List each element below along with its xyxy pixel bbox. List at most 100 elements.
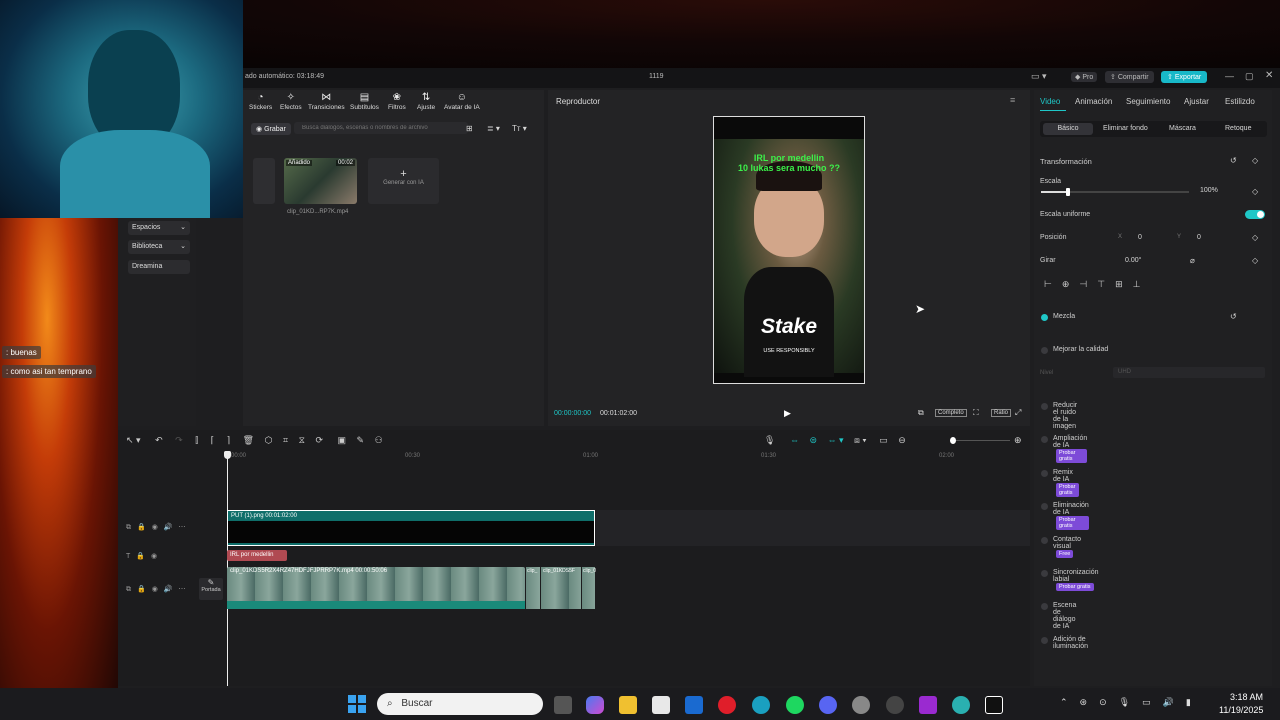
volume-icon[interactable]: 🔊: [1163, 697, 1186, 707]
feature-checkbox[interactable]: [1041, 570, 1048, 577]
microphone-icon[interactable]: 🎙: [764, 435, 775, 445]
align-buttons[interactable]: ⊢⊕⊣⊤⊞⊥: [1044, 279, 1150, 290]
person-icon[interactable]: ⚇: [375, 435, 383, 445]
discord-icon[interactable]: [819, 696, 837, 714]
chevron-up-icon[interactable]: ⌃: [1060, 697, 1080, 707]
crop-icon[interactable]: ⧉: [918, 408, 924, 418]
blend-checkbox[interactable]: [1041, 314, 1048, 321]
feature-checkbox[interactable]: [1041, 503, 1048, 510]
redo-icon[interactable]: ↷: [175, 435, 183, 445]
magnet-icon[interactable]: ⊜: [809, 435, 817, 445]
align-left-icon[interactable]: ⊢: [1044, 279, 1062, 289]
eye-icon[interactable]: ◉: [152, 586, 164, 593]
windows-start-icon[interactable]: [348, 695, 366, 713]
preview-axis-icon[interactable]: ⧈ ▾: [854, 435, 867, 445]
subtab-mask[interactable]: Máscara: [1169, 125, 1196, 132]
media-clip-thumbnail[interactable]: Añadido 00:02: [284, 158, 357, 204]
pos-x-input[interactable]: 0: [1138, 234, 1142, 241]
tab-stylize[interactable]: Estilizdo: [1225, 97, 1255, 106]
align-middle-icon[interactable]: ⊞: [1115, 279, 1133, 289]
tab-adjust[interactable]: Ajustar: [1184, 97, 1209, 106]
browser-icon[interactable]: [952, 696, 970, 714]
rotate-input[interactable]: 0.00°: [1125, 257, 1141, 264]
undo-icon[interactable]: ↶: [155, 435, 163, 445]
trim-right-icon[interactable]: ⌉: [227, 435, 231, 445]
close-icon[interactable]: ✕: [1265, 70, 1273, 81]
toolbar-subtitles[interactable]: ▤ Subtítulos: [350, 92, 379, 111]
pos-y-input[interactable]: 0: [1197, 234, 1201, 241]
filter-text-icon[interactable]: Tт ▾: [512, 124, 527, 133]
keyframe-icon[interactable]: ◇: [1252, 156, 1258, 165]
zoom-slider-knob[interactable]: [950, 437, 956, 444]
tab-tracking[interactable]: Seguimiento: [1126, 97, 1170, 106]
lock-icon[interactable]: 🔒: [136, 553, 151, 560]
rotate-tool-icon[interactable]: ⟳: [315, 435, 323, 445]
maximize-icon[interactable]: ▢: [1245, 71, 1254, 82]
main-video-clip[interactable]: clip_01KDS5R2X4RZ47HDFJFJPRRP7K.mp4 00:0…: [227, 567, 525, 609]
zoom-in-icon[interactable]: ⊕: [1014, 435, 1022, 446]
feature-checkbox[interactable]: [1041, 603, 1048, 610]
player-menu-icon[interactable]: ≡: [1010, 95, 1015, 105]
reset-icon[interactable]: ↺: [1230, 156, 1237, 165]
split-icon[interactable]: ⫿: [195, 435, 198, 445]
taskbar-search[interactable]: ⌕ Buscar: [377, 693, 543, 715]
lock-icon[interactable]: 🔒: [137, 524, 152, 531]
toolbar-stickers[interactable]: ◔ Stickers: [249, 92, 272, 111]
toolbar-effects[interactable]: ✧ Efectos: [280, 92, 302, 111]
quality-checkbox[interactable]: [1041, 347, 1048, 354]
feature-checkbox[interactable]: [1041, 637, 1048, 644]
feature-checkbox[interactable]: [1041, 470, 1048, 477]
tray-app-icon[interactable]: ⊛: [1080, 697, 1100, 707]
uniform-scale-toggle[interactable]: [1245, 210, 1265, 219]
sort-icon[interactable]: ≣ ▾: [487, 124, 500, 133]
rotate-reset-icon[interactable]: ⌀: [1190, 256, 1195, 265]
align-top-icon[interactable]: ⊤: [1097, 279, 1115, 289]
media-search-input[interactable]: [294, 122, 468, 134]
more-icon[interactable]: ⋯: [179, 524, 192, 531]
feature-checkbox[interactable]: [1041, 436, 1048, 443]
keyframe-icon[interactable]: ◇: [1252, 233, 1258, 242]
ai-edit-icon[interactable]: ✎: [357, 435, 365, 445]
align-center-icon[interactable]: ⊕: [1062, 279, 1080, 289]
pro-button[interactable]: ◆ Pro: [1071, 72, 1098, 82]
marker-icon[interactable]: ⬡: [265, 435, 273, 445]
toolbar-filters[interactable]: ❀ Filtros: [388, 92, 406, 111]
lock-icon[interactable]: 🔒: [137, 586, 152, 593]
sidebar-item-dreamina[interactable]: Dreamina: [128, 260, 190, 274]
subtab-retouch[interactable]: Retoque: [1225, 125, 1251, 132]
task-view-icon[interactable]: [554, 696, 572, 714]
video-preview[interactable]: IRL por medellin 10 lukas sera mucho ?? …: [713, 116, 865, 384]
feature-checkbox[interactable]: [1041, 537, 1048, 544]
eye-icon[interactable]: ◉: [151, 553, 163, 560]
link-main-icon[interactable]: ⇔: [790, 435, 799, 445]
quality-level-select[interactable]: UHD: [1113, 367, 1265, 378]
scale-value[interactable]: 100%: [1200, 187, 1218, 194]
tray-app-icon[interactable]: ⊙: [1099, 697, 1119, 707]
view-toggle-icon[interactable]: ⊞: [466, 124, 473, 133]
toolbar-ai-avatar[interactable]: ☺ Avatar de IA: [444, 92, 480, 111]
subtab-basic[interactable]: Básico: [1043, 123, 1093, 135]
playhead-handle[interactable]: [224, 451, 231, 459]
spotify-icon[interactable]: [786, 696, 804, 714]
align-bottom-icon[interactable]: ⊥: [1133, 279, 1151, 289]
capcut-icon[interactable]: [985, 696, 1003, 714]
audio-icon[interactable]: 🔊: [164, 524, 179, 531]
video-clip[interactable]: clip_0: [582, 567, 596, 609]
opera-icon[interactable]: [718, 696, 736, 714]
subtab-remove-bg[interactable]: Eliminar fondo: [1103, 125, 1148, 132]
delete-icon[interactable]: 🗑: [243, 435, 254, 445]
zoom-slider[interactable]: [950, 437, 1010, 444]
tab-video[interactable]: Video: [1040, 97, 1060, 106]
share-button[interactable]: ⇪ Compartir: [1105, 71, 1154, 83]
fullscreen-icon[interactable]: ⤢: [1015, 408, 1021, 418]
store-icon[interactable]: [652, 696, 670, 714]
overlay-clip[interactable]: PUT (1).png 00:01:02:00: [227, 510, 595, 546]
subtitle-track-icon[interactable]: ▭: [879, 435, 888, 445]
trim-left-icon[interactable]: ⌈: [211, 435, 215, 445]
battery-icon[interactable]: ▮: [1186, 697, 1203, 707]
zoom-out-icon[interactable]: ⊖: [898, 435, 906, 445]
text-clip[interactable]: IRL por medellin: [227, 550, 287, 561]
keyframe-icon[interactable]: ◇: [1252, 256, 1258, 265]
minimize-icon[interactable]: —: [1225, 71, 1234, 81]
scale-slider-knob[interactable]: [1065, 188, 1070, 196]
